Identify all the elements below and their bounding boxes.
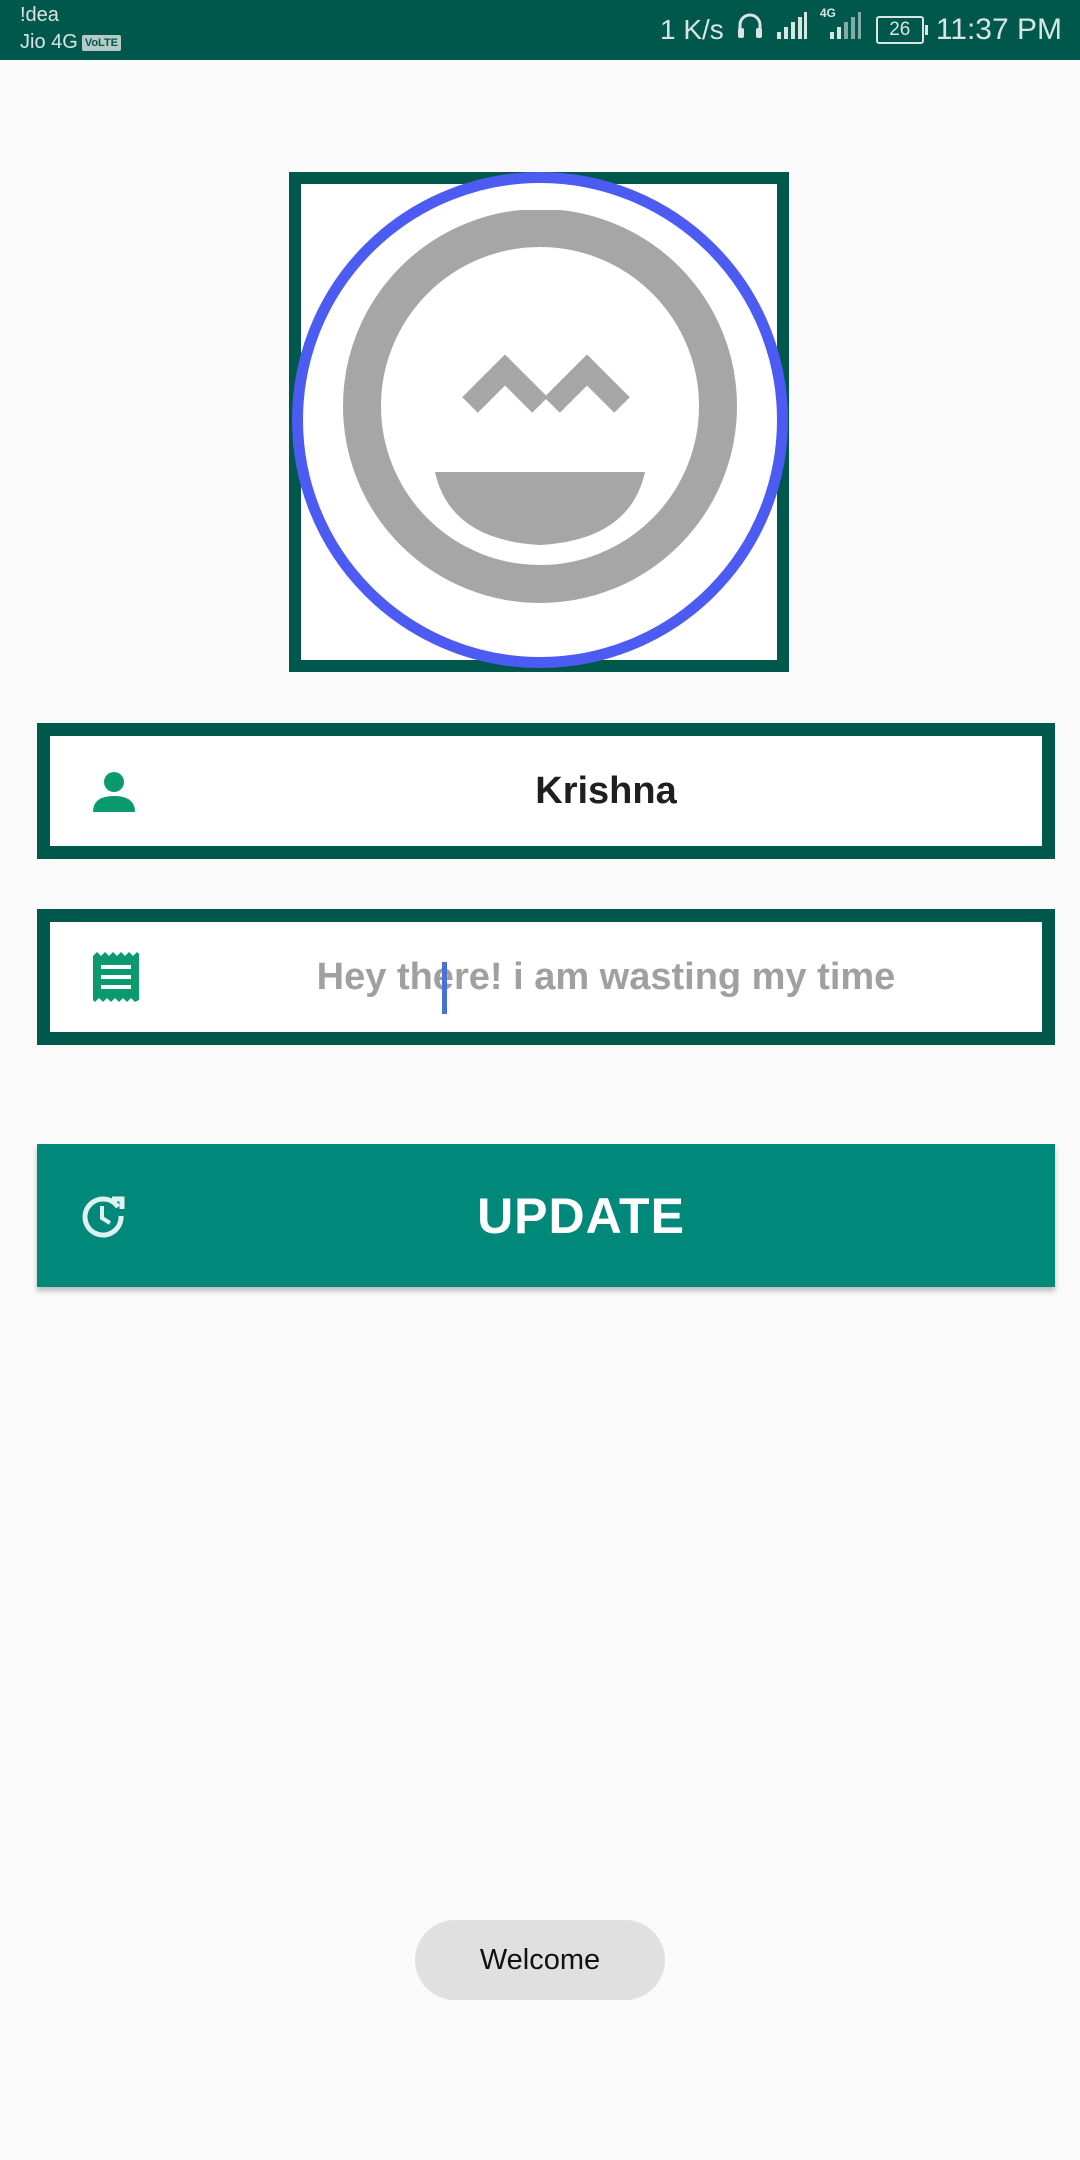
update-button[interactable]: UPDATE xyxy=(37,1144,1055,1287)
network-type-label: 4G xyxy=(819,6,836,20)
clock: 11:37 PM xyxy=(935,13,1062,46)
carrier-secondary-label: Jio 4G xyxy=(20,31,78,53)
status-value: Hey there! i am wasting my time xyxy=(316,955,896,998)
headset-icon xyxy=(736,11,764,49)
toast-message: Welcome xyxy=(415,1920,665,2000)
avatar[interactable] xyxy=(292,172,788,668)
status-field[interactable]: Hey there! i am wasting my time xyxy=(37,909,1055,1045)
status-indicators: 1 K/s 4G 26 11:37 PM xyxy=(648,0,1062,60)
network-speed: 1 K/s xyxy=(660,14,724,45)
signal-icon xyxy=(776,12,808,48)
signal-4g-icon: 4G xyxy=(820,6,864,48)
person-icon xyxy=(93,736,135,846)
smiley-face-icon xyxy=(343,210,737,603)
update-button-label: UPDATE xyxy=(477,1187,685,1244)
text-caret xyxy=(442,962,447,1014)
carrier-primary: !dea xyxy=(20,4,59,26)
name-value: Krishna xyxy=(535,769,677,812)
name-field[interactable]: Krishna xyxy=(37,723,1055,859)
status-text-wrap: Hey there! i am wasting my time xyxy=(170,922,1042,1032)
receipt-icon xyxy=(93,922,139,1032)
carrier-secondary: Jio 4G VoLTE xyxy=(20,31,122,54)
status-bar: !dea Jio 4G VoLTE 1 K/s 4G 26 11:37 PM xyxy=(0,0,1080,60)
volte-badge: VoLTE xyxy=(81,34,122,51)
battery-icon: 26 xyxy=(875,16,928,44)
battery-level: 26 xyxy=(889,19,911,40)
